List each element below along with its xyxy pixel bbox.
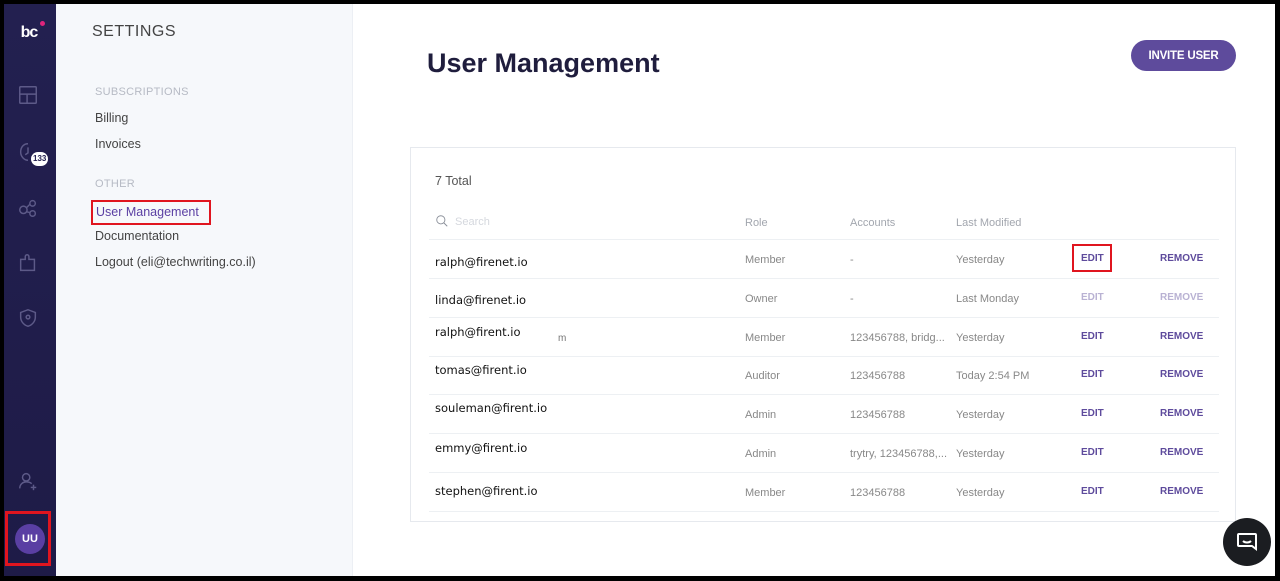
edit-button[interactable]: EDIT	[1081, 253, 1104, 264]
logo-dot	[40, 21, 45, 26]
edit-button[interactable]: EDIT	[1081, 292, 1104, 303]
table-header: Role Accounts Last Modified	[429, 204, 1219, 240]
remove-button[interactable]: REMOVE	[1160, 292, 1203, 303]
settings-link-user-management[interactable]: User Management	[91, 200, 211, 225]
user-role: Member	[745, 331, 786, 344]
chat-launcher[interactable]	[1223, 518, 1271, 566]
user-accounts: trytry, 123456788,...	[850, 448, 948, 460]
remove-button[interactable]: REMOVE	[1160, 447, 1203, 458]
alerts-badge: 133	[31, 152, 49, 166]
user-accounts: 123456788	[850, 409, 906, 422]
user-accounts: 123456788	[850, 486, 906, 499]
table-row: linda@firenet.io Owner - Last Monday EDIT REM…	[429, 279, 1219, 318]
table-row: souleman@firent.io Admin 123456788 Yesterda…	[429, 395, 1219, 435]
user-email: ralph@firent.io	[435, 324, 521, 339]
user-role: Admin	[745, 448, 777, 460]
settings-link-invoices[interactable]: Invoices	[95, 137, 141, 151]
user-last-modified: Yesterday	[956, 448, 1005, 460]
settings-link-logout[interactable]: Logout (eli@techwriting.co.il)	[95, 255, 256, 269]
left-rail: bc 133 UU	[4, 4, 56, 576]
settings-link-documentation[interactable]: Documentation	[95, 229, 179, 243]
section-other: OTHER	[95, 178, 135, 190]
remove-button[interactable]: REMOVE	[1160, 408, 1203, 419]
user-accounts: -	[850, 292, 854, 305]
avatar-initials: UU	[22, 533, 38, 545]
edit-button[interactable]: EDIT	[1081, 369, 1104, 380]
logo-text: bc	[20, 24, 39, 41]
remove-button[interactable]: REMOVE	[1160, 331, 1203, 342]
search-input[interactable]	[455, 212, 715, 232]
user-last-modified: Yesterday	[956, 409, 1005, 422]
avatar-highlight: UU	[5, 511, 51, 566]
user-last-modified: Yesterday	[956, 254, 1005, 266]
user-email-suffix: m	[558, 332, 567, 344]
settings-title: SETTINGS	[92, 23, 177, 40]
edit-button[interactable]: EDIT	[1081, 447, 1104, 458]
table-row: ralph@firenet.io Member - Yesterday EDIT REMO…	[429, 240, 1219, 279]
user-email: linda@firenet.io	[435, 292, 527, 307]
avatar[interactable]: UU	[15, 524, 45, 554]
user-email: emmy@firent.io	[435, 441, 528, 455]
edit-button[interactable]: EDIT	[1081, 486, 1104, 497]
users-card: 7 Total Role Accounts Last Modified ralp…	[410, 147, 1236, 522]
chat-icon	[1237, 533, 1257, 551]
user-last-modified: Today 2:54 PM	[956, 370, 1030, 383]
column-header-last-modified: Last Modified	[956, 217, 1022, 229]
app-window: bc 133 UU SETTINGS SUBSCRIPTIONS Billing…	[4, 4, 1275, 576]
remove-button[interactable]: REMOVE	[1160, 253, 1203, 264]
edit-button[interactable]: EDIT	[1081, 331, 1104, 342]
edit-button[interactable]: EDIT	[1081, 408, 1104, 419]
remove-button[interactable]: REMOVE	[1160, 486, 1203, 497]
add-user-icon[interactable]	[16, 469, 40, 493]
total-count: 7 Total	[435, 174, 472, 188]
search-box	[435, 210, 715, 234]
user-last-modified: Yesterday	[956, 486, 1005, 499]
table-row: tomas@firent.io Auditor 123456788 Today 2:5…	[429, 356, 1219, 396]
user-role: Member	[745, 486, 786, 499]
column-header-accounts: Accounts	[850, 217, 896, 229]
settings-panel: SETTINGS SUBSCRIPTIONS Billing Invoices …	[56, 4, 353, 576]
settings-link-billing[interactable]: Billing	[95, 111, 128, 125]
user-accounts: -	[850, 254, 854, 266]
plugins-icon[interactable]	[16, 251, 40, 275]
user-accounts: 123456788, bridg...	[850, 331, 945, 344]
table-row: stephen@firent.io Member 123456788 Yesterda…	[429, 473, 1219, 512]
user-role: Auditor	[745, 370, 780, 383]
remove-button[interactable]: REMOVE	[1160, 369, 1203, 380]
brand-logo[interactable]: bc	[15, 21, 45, 45]
user-role: Admin	[745, 409, 777, 422]
user-accounts: 123456788	[850, 370, 906, 383]
invite-user-button[interactable]: INVITE USER	[1131, 40, 1236, 71]
column-header-role: Role	[745, 217, 768, 229]
shield-icon[interactable]	[16, 306, 40, 330]
user-last-modified: Last Monday	[956, 292, 1019, 305]
user-role: Owner	[745, 292, 778, 305]
integrations-icon[interactable]	[16, 196, 40, 220]
user-last-modified: Yesterday	[956, 331, 1005, 344]
user-email: stephen@firent.io	[435, 483, 538, 498]
section-subscriptions: SUBSCRIPTIONS	[95, 86, 189, 98]
search-icon	[436, 215, 448, 227]
page-title: User Management	[427, 48, 660, 78]
dashboard-icon[interactable]	[16, 83, 40, 107]
table-row: emmy@firent.io Admin trytry, 123456788,...…	[429, 434, 1219, 473]
table-row: ralph@firent.io m Member 123456788, bridg..…	[429, 318, 1219, 357]
user-email: tomas@firent.io	[435, 363, 527, 378]
user-role: Member	[745, 254, 786, 266]
main-content: User Management INVITE USER 7 Total Role…	[353, 4, 1275, 576]
user-email: souleman@firent.io	[435, 401, 548, 416]
user-email: ralph@firenet.io	[435, 255, 528, 269]
